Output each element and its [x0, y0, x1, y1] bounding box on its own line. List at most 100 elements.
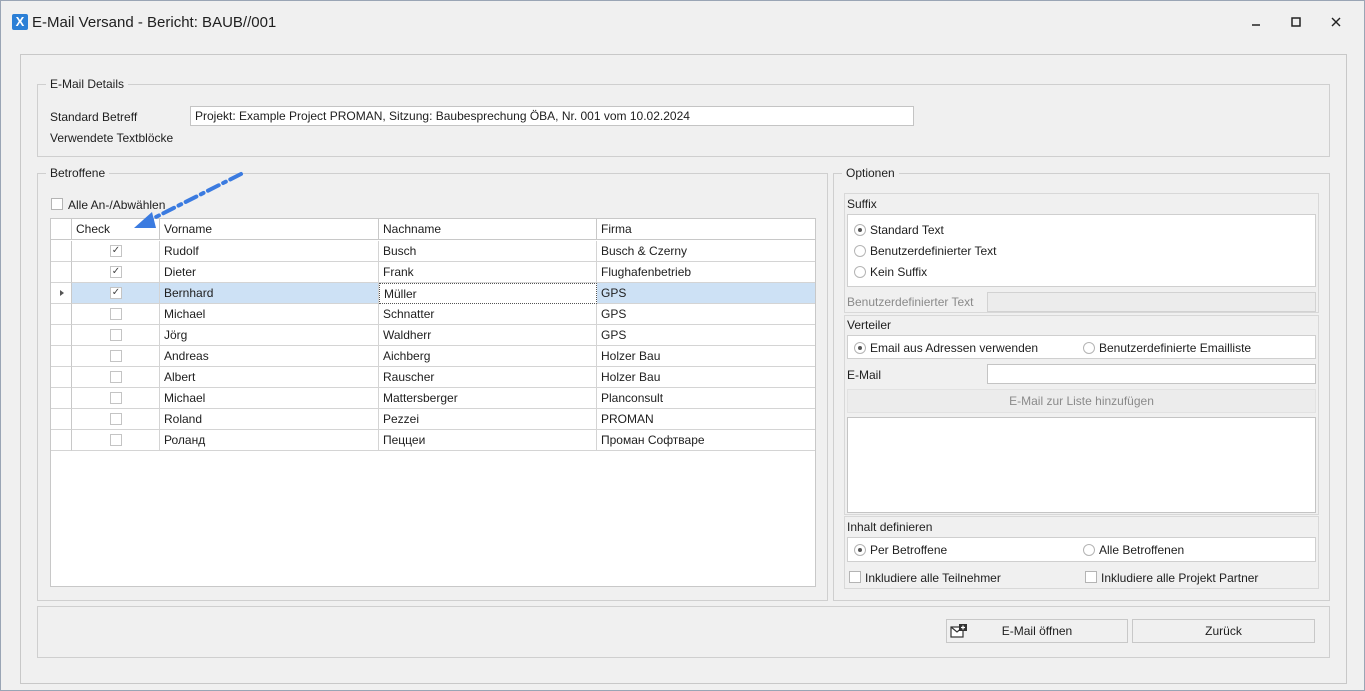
- check-cell[interactable]: ✓: [72, 241, 160, 262]
- suffix-none-label[interactable]: Kein Suffix: [870, 265, 927, 279]
- row-indicator[interactable]: [51, 304, 72, 325]
- address-email-radio[interactable]: [854, 342, 866, 354]
- row-checkbox[interactable]: [110, 308, 122, 320]
- row-checkbox[interactable]: [110, 392, 122, 404]
- table-row[interactable]: Albert Rauscher Holzer Bau: [51, 367, 815, 388]
- table-row[interactable]: Роланд Пеццеи Проман Софтваре: [51, 430, 815, 451]
- firma-cell[interactable]: GPS: [597, 325, 815, 346]
- row-checkbox[interactable]: ✓: [110, 287, 122, 299]
- subject-field[interactable]: Projekt: Example Project PROMAN, Sitzung…: [190, 106, 914, 126]
- include-partners-label[interactable]: Inkludiere alle Projekt Partner: [1101, 571, 1258, 585]
- table-row[interactable]: Roland Pezzei PROMAN: [51, 409, 815, 430]
- firma-cell[interactable]: PROMAN: [597, 409, 815, 430]
- table-row[interactable]: Jörg Waldherr GPS: [51, 325, 815, 346]
- check-cell[interactable]: [72, 304, 160, 325]
- check-cell[interactable]: ✓: [72, 283, 160, 304]
- check-cell[interactable]: [72, 367, 160, 388]
- row-checkbox[interactable]: [110, 329, 122, 341]
- title-bar[interactable]: X E-Mail Versand - Bericht: BAUB//001: [1, 1, 1364, 45]
- table-row[interactable]: ✓ Bernhard Müller GPS: [51, 283, 815, 304]
- vorname-cell[interactable]: Andreas: [160, 346, 379, 367]
- nachname-cell[interactable]: Aichberg: [379, 346, 597, 367]
- check-cell[interactable]: [72, 430, 160, 451]
- nachname-cell[interactable]: Pezzei: [379, 409, 597, 430]
- maximize-button[interactable]: [1283, 13, 1309, 33]
- row-indicator[interactable]: [51, 367, 72, 388]
- close-button[interactable]: [1323, 13, 1349, 33]
- firma-cell[interactable]: GPS: [597, 283, 815, 304]
- row-indicator[interactable]: [51, 430, 72, 451]
- row-checkbox[interactable]: ✓: [110, 245, 122, 257]
- nachname-cell[interactable]: Busch: [379, 241, 597, 262]
- row-indicator[interactable]: [51, 409, 72, 430]
- nachname-cell[interactable]: Frank: [379, 262, 597, 283]
- vorname-cell[interactable]: Roland: [160, 409, 379, 430]
- email-input[interactable]: [987, 364, 1316, 384]
- firma-cell[interactable]: Проман Софтваре: [597, 430, 815, 451]
- minimize-button[interactable]: [1243, 13, 1269, 33]
- table-row[interactable]: ✓ Rudolf Busch Busch & Czerny: [51, 241, 815, 262]
- email-list-box[interactable]: [847, 417, 1316, 513]
- vorname-cell[interactable]: Bernhard: [160, 283, 379, 304]
- select-all-checkbox[interactable]: [51, 198, 63, 210]
- include-partners-checkbox[interactable]: [1085, 571, 1097, 583]
- nachname-cell[interactable]: Müller: [379, 283, 597, 304]
- per-betroffene-label[interactable]: Per Betroffene: [870, 543, 947, 557]
- vorname-cell[interactable]: Michael: [160, 304, 379, 325]
- table-row[interactable]: Michael Mattersberger Planconsult: [51, 388, 815, 409]
- betroffene-grid[interactable]: Check Vorname Nachname Firma ✓ Rudolf Busc…: [50, 218, 816, 587]
- nachname-cell[interactable]: Rauscher: [379, 367, 597, 388]
- custom-list-label[interactable]: Benutzerdefinierte Emailliste: [1099, 341, 1251, 355]
- custom-list-radio[interactable]: [1083, 342, 1095, 354]
- suffix-custom-label[interactable]: Benutzerdefinierter Text: [870, 244, 997, 258]
- row-checkbox[interactable]: [110, 350, 122, 362]
- vorname-cell[interactable]: Dieter: [160, 262, 379, 283]
- nachname-cell[interactable]: Mattersberger: [379, 388, 597, 409]
- row-checkbox[interactable]: [110, 371, 122, 383]
- firma-cell[interactable]: Planconsult: [597, 388, 815, 409]
- column-header-firma[interactable]: Firma: [597, 219, 815, 240]
- suffix-custom-radio[interactable]: [854, 245, 866, 257]
- firma-cell[interactable]: Holzer Bau: [597, 346, 815, 367]
- check-cell[interactable]: [72, 388, 160, 409]
- nachname-cell[interactable]: Пеццеи: [379, 430, 597, 451]
- column-header-nachname[interactable]: Nachname: [379, 219, 597, 240]
- include-participants-label[interactable]: Inkludiere alle Teilnehmer: [865, 571, 1001, 585]
- open-email-button[interactable]: E-Mail öffnen: [946, 619, 1128, 643]
- row-indicator[interactable]: [51, 388, 72, 409]
- check-cell[interactable]: [72, 409, 160, 430]
- row-checkbox[interactable]: [110, 434, 122, 446]
- check-cell[interactable]: ✓: [72, 262, 160, 283]
- firma-cell[interactable]: Busch & Czerny: [597, 241, 815, 262]
- vorname-cell[interactable]: Роланд: [160, 430, 379, 451]
- suffix-standard-radio[interactable]: [854, 224, 866, 236]
- table-row[interactable]: Andreas Aichberg Holzer Bau: [51, 346, 815, 367]
- include-participants-checkbox[interactable]: [849, 571, 861, 583]
- vorname-cell[interactable]: Michael: [160, 388, 379, 409]
- per-betroffene-radio[interactable]: [854, 544, 866, 556]
- firma-cell[interactable]: Flughafenbetrieb: [597, 262, 815, 283]
- nachname-cell[interactable]: Waldherr: [379, 325, 597, 346]
- row-checkbox[interactable]: [110, 413, 122, 425]
- address-email-label[interactable]: Email aus Adressen verwenden: [870, 341, 1038, 355]
- back-button[interactable]: Zurück: [1132, 619, 1315, 643]
- check-cell[interactable]: [72, 325, 160, 346]
- table-row[interactable]: Michael Schnatter GPS: [51, 304, 815, 325]
- suffix-standard-label[interactable]: Standard Text: [870, 223, 944, 237]
- firma-cell[interactable]: GPS: [597, 304, 815, 325]
- row-checkbox[interactable]: ✓: [110, 266, 122, 278]
- row-indicator[interactable]: [51, 283, 72, 304]
- vorname-cell[interactable]: Rudolf: [160, 241, 379, 262]
- row-indicator[interactable]: [51, 262, 72, 283]
- suffix-none-radio[interactable]: [854, 266, 866, 278]
- check-cell[interactable]: [72, 346, 160, 367]
- custom-text-field[interactable]: [987, 292, 1316, 312]
- table-row[interactable]: ✓ Dieter Frank Flughafenbetrieb: [51, 262, 815, 283]
- add-email-button[interactable]: E-Mail zur Liste hinzufügen: [847, 389, 1316, 413]
- vorname-cell[interactable]: Jörg: [160, 325, 379, 346]
- alle-betroffenen-radio[interactable]: [1083, 544, 1095, 556]
- row-indicator[interactable]: [51, 241, 72, 262]
- nachname-cell[interactable]: Schnatter: [379, 304, 597, 325]
- firma-cell[interactable]: Holzer Bau: [597, 367, 815, 388]
- vorname-cell[interactable]: Albert: [160, 367, 379, 388]
